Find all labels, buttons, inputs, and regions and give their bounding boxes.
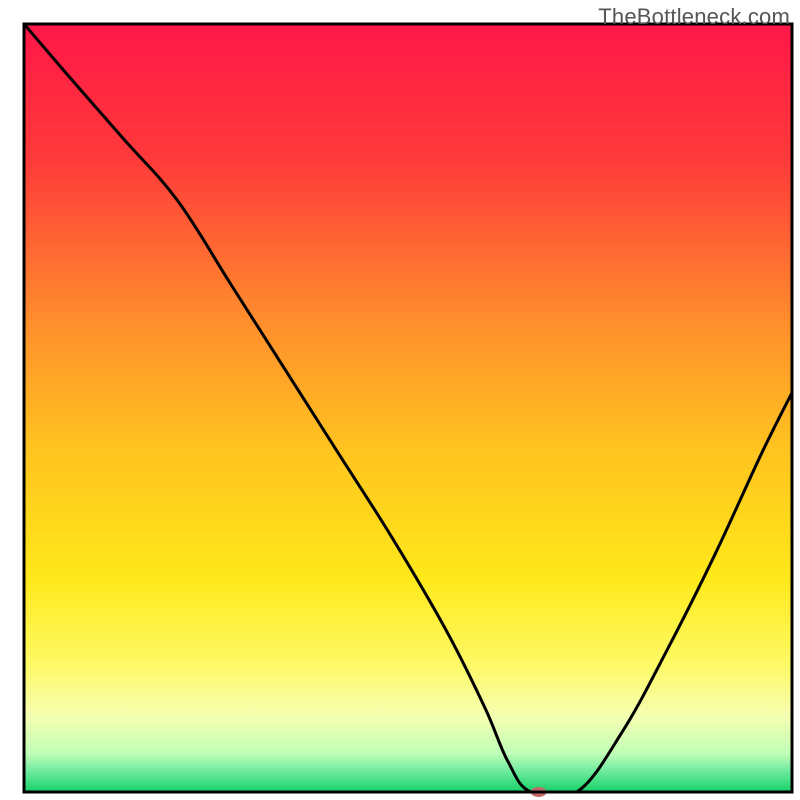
watermark-text: TheBottleneck.com <box>598 4 790 30</box>
chart-svg <box>0 0 800 800</box>
chart-background <box>24 24 792 792</box>
chart-container: TheBottleneck.com <box>0 0 800 800</box>
